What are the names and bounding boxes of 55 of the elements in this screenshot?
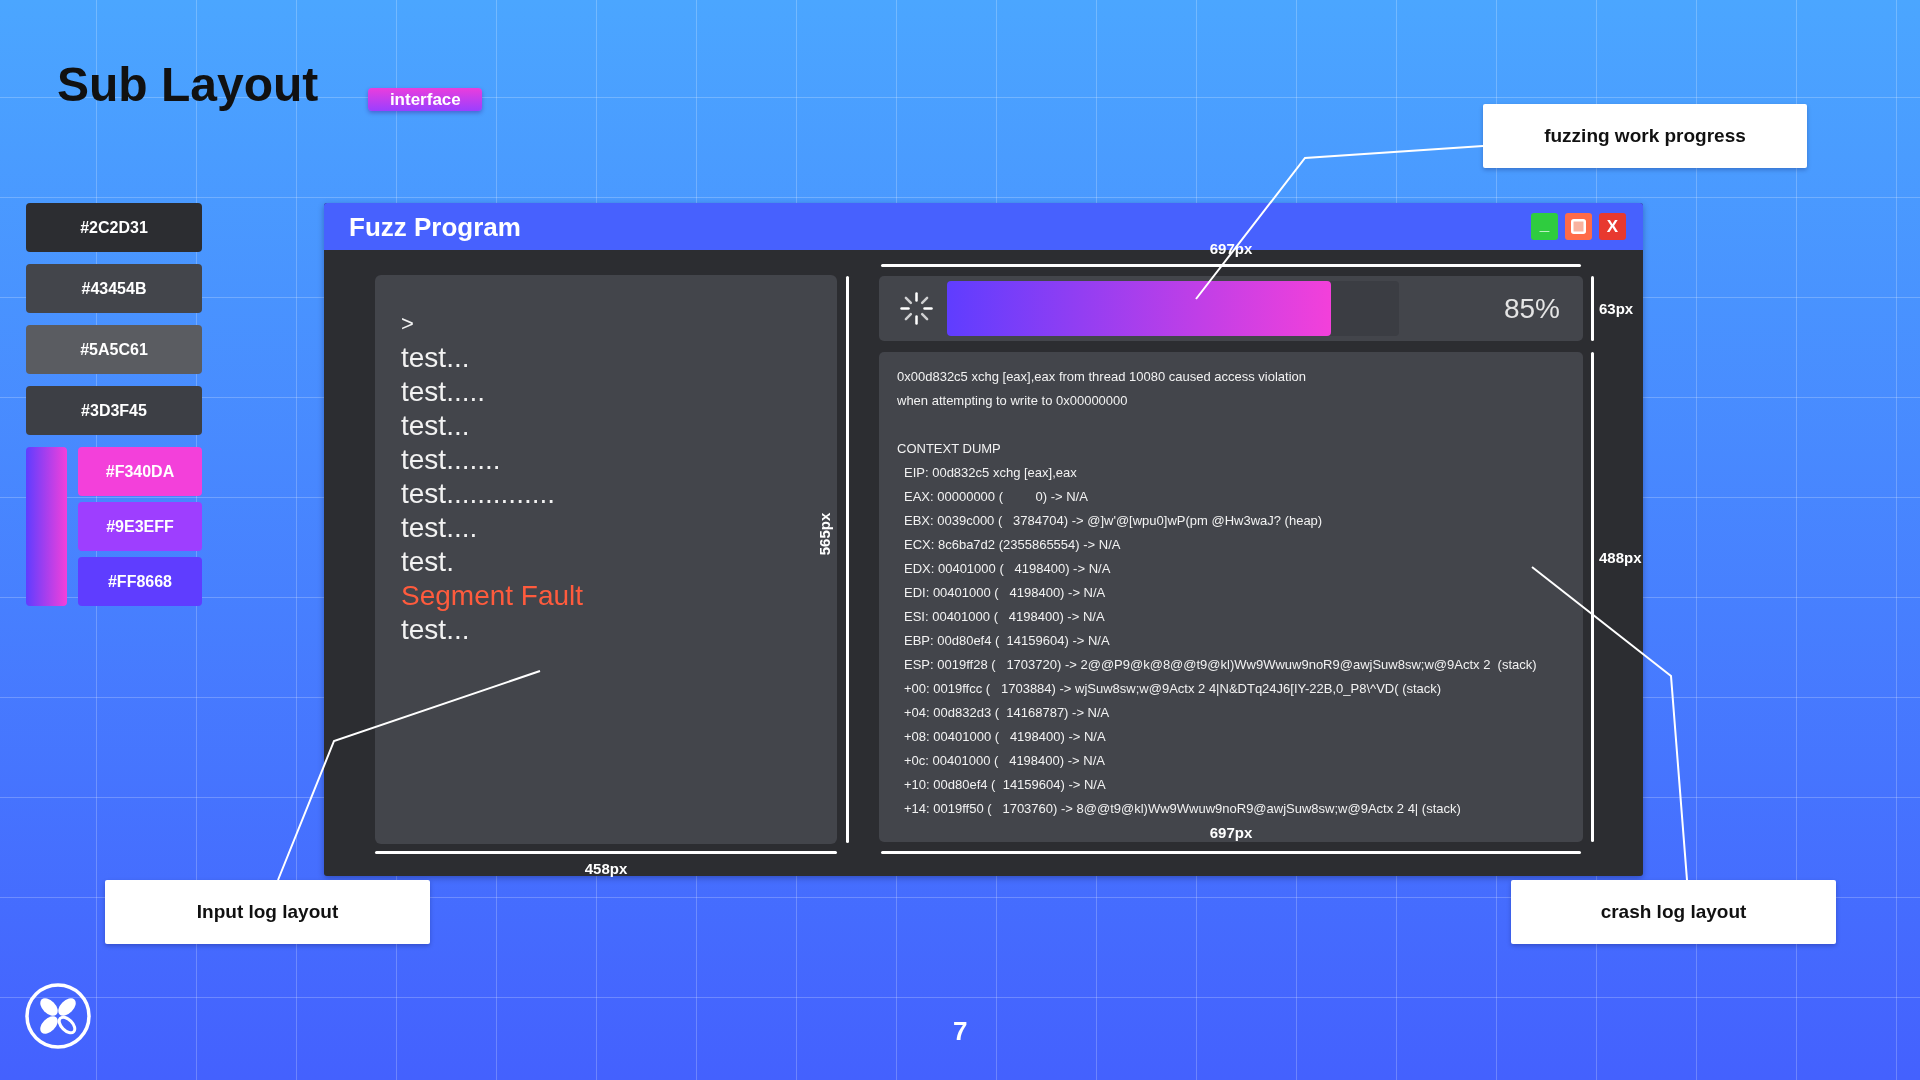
color-swatch: #9E3EFF [78,502,202,551]
log-line: test.............. [401,477,556,511]
log-line: +00: 0019ffcc ( 1703884) -> wjSuw8sw;w@9Actx 2 4|N&DTq24J6[IY-22B,0_P8\^VD( (stack) [903,680,1442,698]
log-line: ESI: 00401000 ( 4198400) -> N/A [903,608,1105,626]
maximize-button[interactable] [1565,213,1592,240]
progress-percentage: 85% [1503,294,1560,323]
dimension-label: 63px [1599,299,1634,318]
log-line: +08: 00401000 ( 4198400) -> N/A [903,728,1106,746]
log-line: test.... [401,511,478,545]
log-line: +0c: 00401000 ( 4198400) -> N/A [903,752,1105,770]
color-swatch: #43454B [26,264,202,313]
color-swatch: #3D3F45 [26,386,202,435]
callout-label: crash log layout [1511,880,1836,944]
log-line: ESP: 0019ff28 ( 1703720) -> 2@@P9@k@8@@t9@kl)Ww9Wwuw9noR9@awjSuw8sw;w@9Actx 2 (stack) [903,656,1537,674]
log-line: +14: 0019ff50 ( 1703760) -> 8@@t9@kl)Ww9Wwuw9noR9@awjSuw8sw;w@9Actx 2 4| (stack) [903,800,1461,818]
page-number: 7 [953,1016,968,1046]
log-line: EBP: 00d80ef4 ( 14159604) -> N/A [903,632,1110,650]
dimension-label: 565px [816,512,834,556]
log-line: 0x00d832c5 xchg [eax],eax from thread 10080 caused access violation [897,368,1307,386]
tag-badge: interface [368,88,483,111]
dimension-label: 488px [1599,549,1642,567]
log-line: test... [401,409,470,443]
section-heading: CONTEXT DUMP [897,440,1001,458]
log-line: test....... [401,443,501,477]
dimension-line [1591,276,1594,341]
log-line: +04: 00d832d3 ( 14168787) -> N/A [903,704,1110,722]
window-title: Fuzz Program [349,213,521,240]
log-line: EAX: 00000000 ( 0) -> N/A [903,488,1088,506]
color-swatch: #2C2D31 [26,203,202,252]
log-line: when attempting to write to 0x00000000 [897,392,1128,410]
color-swatch: #5A5C61 [26,325,202,374]
log-line: EDI: 00401000 ( 4198400) -> N/A [903,584,1106,602]
color-swatch: #FF8668 [78,557,202,606]
log-line: test. [401,545,454,579]
spinner-icon [900,292,933,325]
log-line: EBX: 0039c000 ( 3784704) -> @]w'@[wpu0]wP(pm @Hw3waJ? (heap) [903,512,1323,530]
slide-title: Sub Layout [57,59,319,111]
clover-icon [25,983,91,1049]
callout-label: fuzzing work progress [1483,104,1807,168]
log-line: ECX: 8c6ba7d2 (2355865554) -> N/A [903,536,1121,554]
color-swatch: #F340DA [78,447,202,496]
log-line: +10: 00d80ef4 ( 14159604) -> N/A [903,776,1106,794]
error-line: Segment Fault [401,579,584,613]
log-line: EIP: 00d832c5 xchg [eax],eax [903,464,1077,482]
close-button[interactable]: X [1599,213,1626,240]
log-line: test..... [401,375,486,409]
prompt-text: > [401,310,414,338]
log-line: test... [401,613,470,647]
log-line: test... [401,341,470,375]
log-line: EDX: 00401000 ( 4198400) -> N/A [903,560,1111,578]
callout-label: Input log layout [105,880,430,944]
dimension-label: 697px [1209,824,1253,842]
square-icon [1571,219,1586,234]
dimension-label: 458px [584,860,628,878]
minimize-button[interactable]: _ [1531,213,1558,240]
